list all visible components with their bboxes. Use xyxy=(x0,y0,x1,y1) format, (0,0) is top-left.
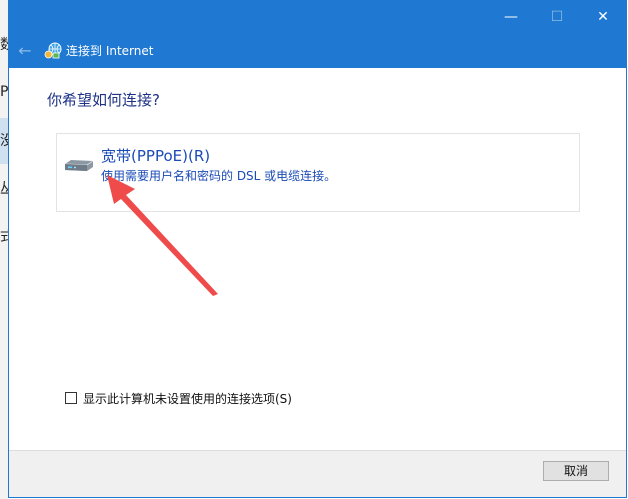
background-text: 数 xyxy=(0,37,8,53)
maximize-button: ☐ xyxy=(550,9,564,25)
background-text: 丛 xyxy=(0,181,8,197)
minimize-button[interactable]: — xyxy=(488,1,534,34)
dialog-footer: 取消 xyxy=(9,450,626,497)
background-text: 没 xyxy=(0,133,8,149)
back-arrow-icon[interactable]: ← xyxy=(14,40,36,62)
annotation-arrow xyxy=(107,175,218,296)
page-heading: 你希望如何连接? xyxy=(47,91,160,109)
title-bar: — ☐ ✕ xyxy=(9,1,626,34)
broadband-modem-icon xyxy=(64,160,94,171)
background-text: 式 xyxy=(0,229,8,245)
dialog-title: 连接到 Internet xyxy=(66,44,154,58)
background-text: P xyxy=(0,84,8,100)
checkbox-label[interactable]: 显示此计算机未设置使用的连接选项(S) xyxy=(83,390,292,408)
network-connection-icon xyxy=(44,42,62,59)
option-title: 宽带(PPPoE)(R) xyxy=(101,147,211,165)
background-window: 数 P 没 丛 式 xyxy=(0,0,8,499)
navigation-bar: ← 连接到 Internet xyxy=(9,34,626,68)
cancel-button[interactable]: 取消 xyxy=(543,461,609,481)
show-unconfigured-options-checkbox[interactable] xyxy=(65,392,77,404)
close-button[interactable]: ✕ xyxy=(580,1,626,34)
connect-to-internet-dialog: — ☐ ✕ ← 连接到 Internet 你希望如何连接? 宽带(PPPoE)(… xyxy=(8,0,627,498)
